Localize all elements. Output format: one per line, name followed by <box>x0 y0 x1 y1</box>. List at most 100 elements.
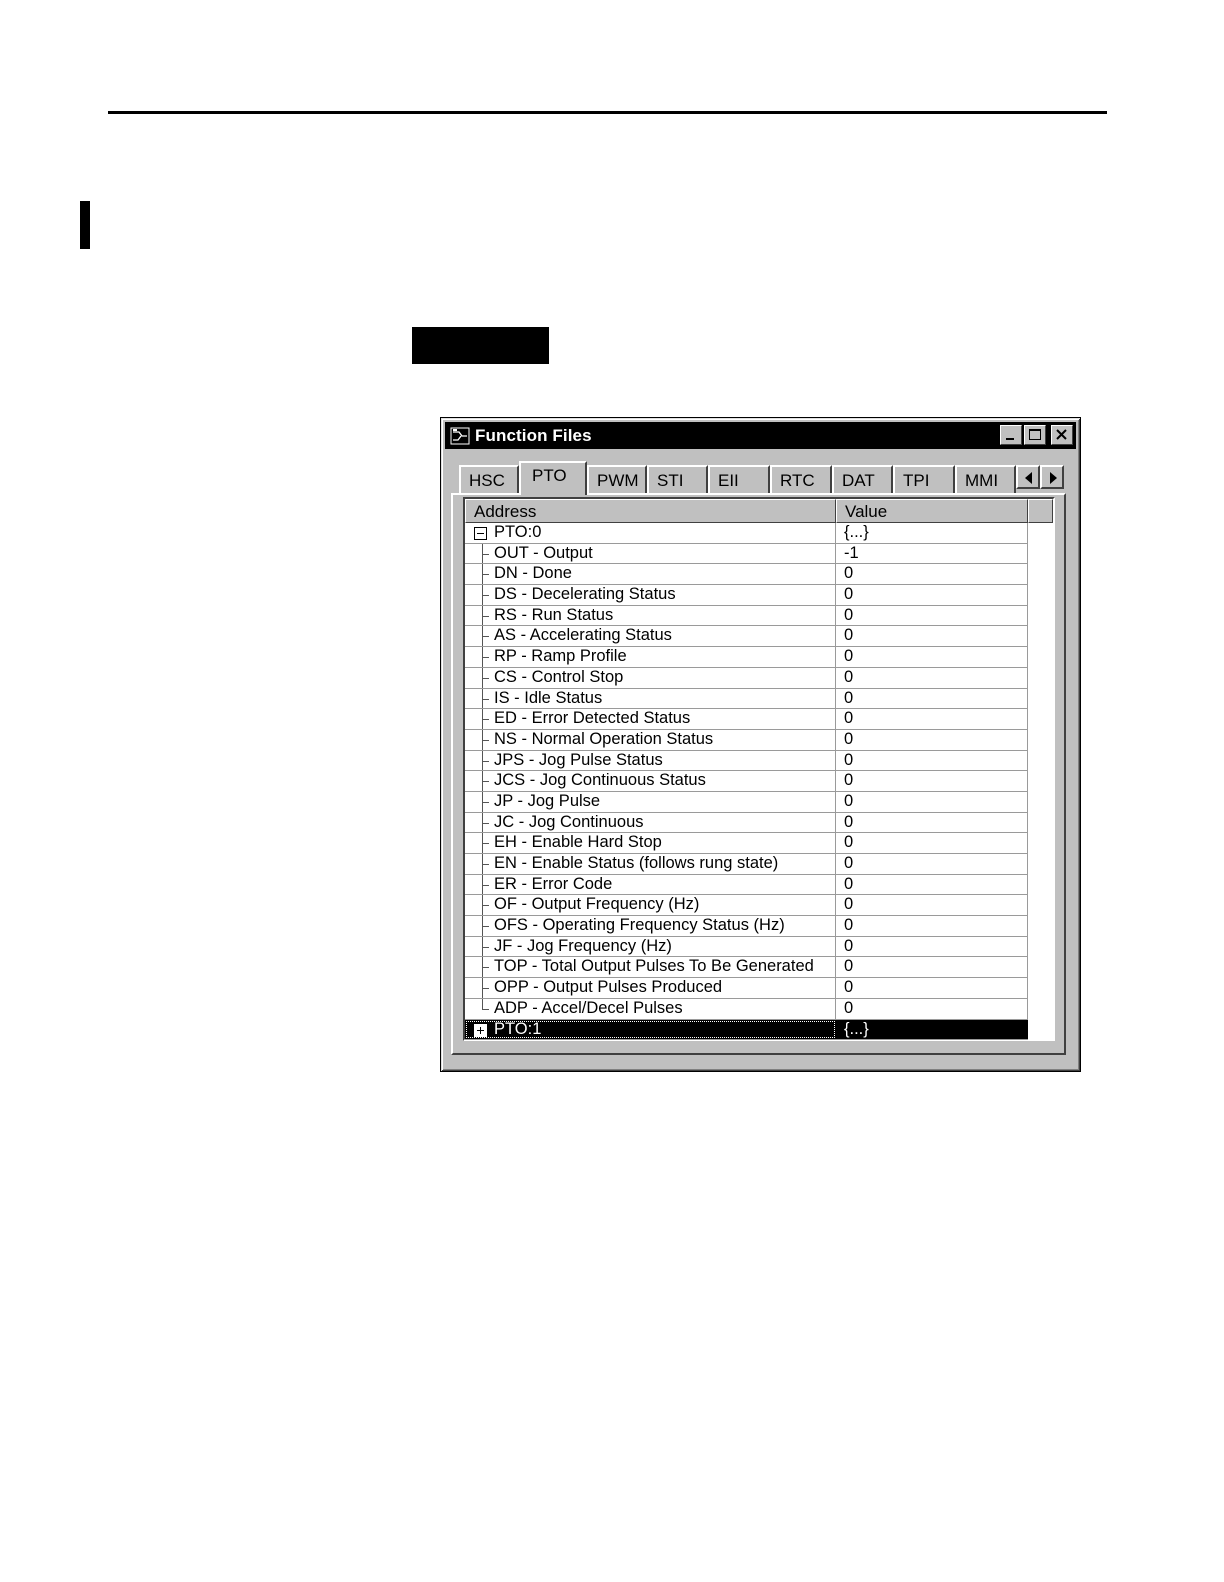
collapse-icon[interactable] <box>474 527 487 540</box>
data-grid: Address Value PTO:0 {...} OUT - Output -1… <box>463 497 1055 1041</box>
minimize-icon <box>1006 438 1014 440</box>
address-label: JP - Jog Pulse <box>494 791 601 810</box>
value-cell[interactable]: 0 <box>836 978 1028 998</box>
table-row[interactable]: RS - Run Status 0 <box>465 605 1028 627</box>
address-label: EN - Enable Status (follows rung state) <box>494 854 779 872</box>
tree-connector <box>482 677 489 679</box>
value-cell[interactable]: -1 <box>836 543 1028 564</box>
value-cell[interactable]: 0 <box>836 916 1028 936</box>
value-cell[interactable]: 0 <box>836 854 1028 874</box>
tab-panel: Address Value PTO:0 {...} OUT - Output -1… <box>451 493 1066 1055</box>
close-button[interactable] <box>1051 425 1073 445</box>
tab-sti[interactable]: STI <box>647 465 708 494</box>
tree-connector <box>482 864 489 865</box>
tree-connector <box>482 884 489 886</box>
table-row[interactable]: OUT - Output -1 <box>465 543 1028 565</box>
value-cell[interactable]: 0 <box>836 626 1028 647</box>
arrow-left-icon <box>1025 472 1032 484</box>
table-row[interactable]: CS - Control Stop 0 <box>465 667 1028 689</box>
tab-scroll-left-button[interactable] <box>1016 465 1040 489</box>
value-cell[interactable]: 0 <box>836 709 1028 729</box>
table-row[interactable]: JCS - Jog Continuous Status 0 <box>465 771 1028 792</box>
tree-collapsed-row[interactable]: PTO:1 {...} <box>465 1019 1028 1041</box>
tab-mmi[interactable]: MMI <box>955 465 1016 494</box>
title-bar[interactable]: Function Files <box>445 422 1076 449</box>
value-cell[interactable]: 0 <box>836 895 1028 916</box>
tree-connector <box>482 822 489 824</box>
value-cell[interactable]: 0 <box>836 564 1028 585</box>
tree-connector <box>482 801 489 803</box>
table-row[interactable]: ADP - Accel/Decel Pulses 0 <box>465 998 1028 1020</box>
table-row[interactable]: OF - Output Frequency (Hz) 0 <box>465 895 1028 917</box>
address-label: JCS - Jog Continuous Status <box>494 771 706 790</box>
tab-hsc[interactable]: HSC <box>459 465 519 494</box>
value-cell[interactable]: 0 <box>836 998 1028 1019</box>
table-row[interactable]: OFS - Operating Frequency Status (Hz) 0 <box>465 916 1028 937</box>
column-header-value[interactable]: Value <box>836 499 1028 523</box>
table-row[interactable]: EN - Enable Status (follows rung state) 0 <box>465 854 1028 875</box>
value-cell[interactable]: 0 <box>836 833 1028 853</box>
window-title: Function Files <box>475 425 592 445</box>
tree-connector <box>482 657 489 659</box>
table-row[interactable]: JC - Jog Continuous 0 <box>465 812 1028 834</box>
value-cell[interactable]: 0 <box>836 605 1028 626</box>
address-label: JC - Jog Continuous <box>494 812 644 831</box>
tab-pwm[interactable]: PWM <box>587 465 647 494</box>
table-row[interactable]: AS - Accelerating Status 0 <box>465 626 1028 648</box>
value-cell[interactable]: 0 <box>836 585 1028 605</box>
value-cell[interactable]: 0 <box>836 771 1028 791</box>
value-cell[interactable]: 0 <box>836 957 1028 978</box>
table-row[interactable]: IS - Idle Status 0 <box>465 688 1028 710</box>
address-label: RS - Run Status <box>494 605 614 624</box>
table-row[interactable]: ER - Error Code 0 <box>465 874 1028 896</box>
value-cell[interactable]: 0 <box>836 729 1028 750</box>
table-row[interactable]: TOP - Total Output Pulses To Be Generate… <box>465 957 1028 979</box>
tab-tpi[interactable]: TPI <box>893 465 955 494</box>
expand-icon[interactable] <box>474 1023 487 1037</box>
maximize-icon <box>1029 429 1041 440</box>
address-label: EH - Enable Hard Stop <box>494 833 662 852</box>
close-icon <box>1056 429 1067 440</box>
table-row[interactable]: JPS - Jog Pulse Status 0 <box>465 750 1028 772</box>
tab-eii[interactable]: EII <box>708 465 770 494</box>
address-label: DS - Decelerating Status <box>494 585 676 604</box>
tree-connector <box>482 1008 489 1010</box>
change-bar <box>80 201 90 249</box>
tab-pto[interactable]: PTO <box>519 461 587 495</box>
table-row[interactable]: JP - Jog Pulse 0 <box>465 791 1028 813</box>
address-label: AS - Accelerating Status <box>494 626 672 645</box>
collapsed-value[interactable]: {...} <box>836 1019 1028 1040</box>
tree-connector <box>482 967 489 969</box>
value-cell[interactable]: 0 <box>836 647 1028 667</box>
value-cell[interactable]: 0 <box>836 874 1028 895</box>
table-row[interactable]: EH - Enable Hard Stop 0 <box>465 833 1028 854</box>
parent-value[interactable]: {...} <box>836 523 1028 543</box>
address-label: OFS - Operating Frequency Status (Hz) <box>494 916 785 935</box>
minimize-button[interactable] <box>1000 425 1022 445</box>
table-row[interactable]: OPP - Output Pulses Produced 0 <box>465 978 1028 999</box>
tab-dat[interactable]: DAT <box>832 465 893 494</box>
table-row[interactable]: DS - Decelerating Status 0 <box>465 585 1028 606</box>
table-row[interactable]: NS - Normal Operation Status 0 <box>465 729 1028 751</box>
tab-rtc[interactable]: RTC <box>770 465 832 494</box>
value-cell[interactable]: 0 <box>836 812 1028 833</box>
tab-scroll-right-button[interactable] <box>1040 465 1064 489</box>
table-row[interactable]: JF - Jog Frequency (Hz) 0 <box>465 936 1028 958</box>
tree-connector <box>482 636 489 638</box>
table-row[interactable]: ED - Error Detected Status 0 <box>465 709 1028 730</box>
address-label: OF - Output Frequency (Hz) <box>494 895 700 914</box>
value-cell[interactable]: 0 <box>836 667 1028 688</box>
table-row[interactable]: DN - Done 0 <box>465 564 1028 586</box>
page-header-rule <box>108 111 1107 114</box>
column-header-address[interactable]: Address <box>465 499 836 523</box>
value-cell[interactable]: 0 <box>836 791 1028 812</box>
tree-parent-row[interactable]: PTO:0 {...} <box>465 523 1028 544</box>
collapsed-label: PTO:1 <box>494 1019 542 1038</box>
table-row[interactable]: RP - Ramp Profile 0 <box>465 647 1028 668</box>
value-cell[interactable]: 0 <box>836 750 1028 771</box>
address-label: ED - Error Detected Status <box>494 709 691 728</box>
value-cell[interactable]: 0 <box>836 936 1028 957</box>
value-cell[interactable]: 0 <box>836 688 1028 709</box>
maximize-button[interactable] <box>1024 425 1046 445</box>
address-label: IS - Idle Status <box>494 688 603 707</box>
